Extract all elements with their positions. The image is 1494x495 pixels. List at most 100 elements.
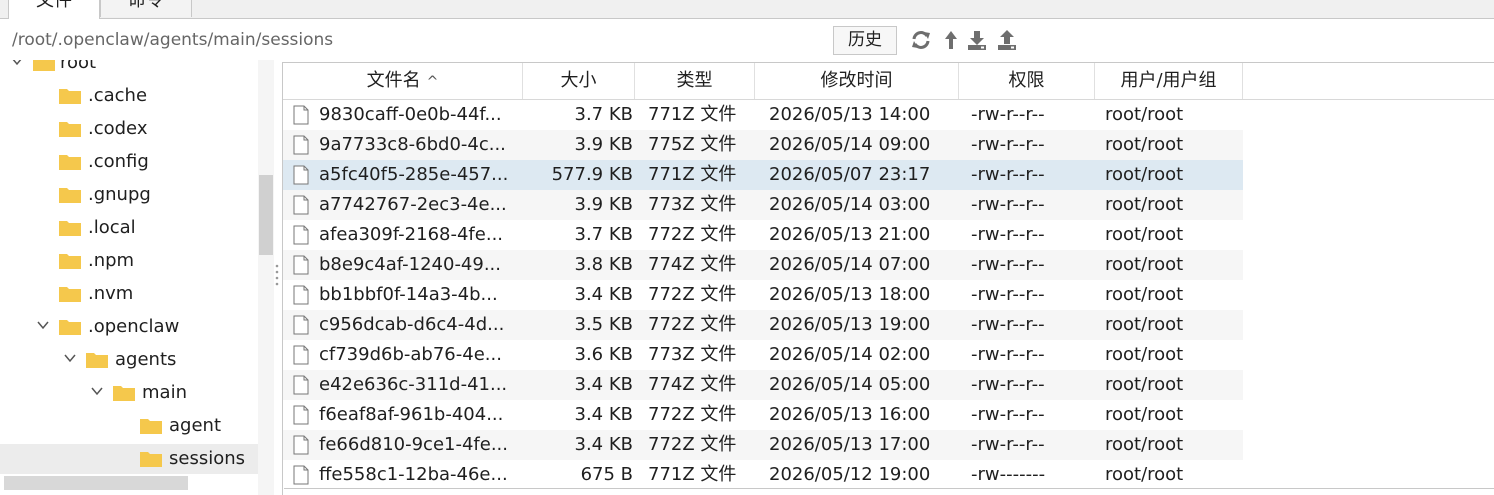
cell-mtime: 2026/05/14 09:00 — [769, 134, 931, 155]
table-row[interactable]: 9830caff-0e0b-44f... 3.7 KB 771Z 文件 2026… — [283, 100, 1243, 130]
cell-mtime: 2026/05/14 03:00 — [769, 194, 931, 215]
cell-type: 772Z 文件 — [648, 404, 737, 425]
up-arrow-icon[interactable] — [940, 29, 962, 51]
file-icon — [293, 285, 309, 305]
cell-mtime: 2026/05/13 18:00 — [769, 284, 931, 305]
tree-item-gnupg[interactable]: .gnupg — [0, 180, 258, 210]
sort-ascending-icon: ^ — [426, 74, 439, 90]
file-list: 文件名 ^ 大小 类型 修改时间 权限 用户/用户组 9830caff-0e0b-… — [282, 62, 1494, 495]
table-row[interactable]: bb1bbf0f-14a3-4b... 3.4 KB 772Z 文件 2026/… — [283, 280, 1243, 310]
sidebar-scrollbar-track[interactable] — [258, 60, 274, 495]
sidebar-scrollbar-thumb[interactable] — [259, 175, 273, 255]
history-button[interactable]: 历史 — [833, 26, 897, 55]
chevron-down-icon[interactable] — [36, 318, 50, 332]
folder-icon — [140, 419, 162, 434]
folder-icon — [59, 254, 81, 269]
cell-size: 577.9 KB — [551, 164, 633, 185]
tree-item-cache[interactable]: .cache — [0, 81, 258, 111]
chevron-down-icon[interactable] — [10, 60, 24, 68]
cell-name: b8e9c4af-1240-49... — [319, 254, 502, 275]
cell-owner: root/root — [1105, 194, 1184, 215]
cell-permission: -rw-r--r-- — [971, 404, 1045, 425]
cell-size: 3.4 KB — [574, 434, 634, 455]
cell-mtime: 2026/05/13 14:00 — [769, 104, 931, 125]
table-row[interactable]: a5fc40f5-285e-457... 577.9 KB 771Z 文件 20… — [283, 160, 1243, 190]
folder-icon — [59, 122, 81, 137]
chevron-down-icon[interactable] — [90, 384, 104, 398]
table-row[interactable]: e42e636c-311d-41... 3.4 KB 774Z 文件 2026/… — [283, 370, 1243, 400]
column-header-type[interactable]: 类型 — [635, 63, 755, 99]
tree-item-local[interactable]: .local — [0, 213, 258, 243]
file-icon — [293, 315, 309, 335]
folder-icon — [59, 287, 81, 302]
download-icon[interactable] — [966, 29, 988, 51]
cell-size: 3.7 KB — [574, 104, 634, 125]
cell-owner: root/root — [1105, 464, 1184, 485]
table-row[interactable]: cf739d6b-ab76-4e... 3.6 KB 773Z 文件 2026/… — [283, 340, 1243, 370]
cell-mtime: 2026/05/13 16:00 — [769, 404, 931, 425]
cell-name: 9830caff-0e0b-44f... — [319, 104, 502, 125]
path-bar: 历史 — [0, 19, 1494, 60]
folder-icon — [59, 188, 81, 203]
tree-item-codex[interactable]: .codex — [0, 114, 258, 144]
column-header-name[interactable]: 文件名 ^ — [283, 63, 523, 99]
tree-item-agent[interactable]: agent — [0, 411, 258, 441]
tree-item-label: main — [142, 382, 187, 403]
cell-permission: -rw-r--r-- — [971, 194, 1045, 215]
refresh-icon[interactable] — [910, 29, 932, 51]
cell-size: 3.9 KB — [574, 194, 634, 215]
column-header-owner[interactable]: 用户/用户组 — [1095, 63, 1243, 99]
folder-icon — [59, 320, 81, 335]
table-row[interactable]: ffe558c1-12ba-46e... 675 B 771Z 文件 2026/… — [283, 460, 1243, 490]
cell-permission: -rw-r--r-- — [971, 164, 1045, 185]
table-row[interactable]: 9a7733c8-6bd0-4c... 3.9 KB 775Z 文件 2026/… — [283, 130, 1243, 160]
tree-item-agents[interactable]: agents — [0, 345, 258, 375]
pane-splitter[interactable] — [275, 262, 279, 292]
column-header-size[interactable]: 大小 — [523, 63, 635, 99]
path-input[interactable] — [6, 27, 826, 53]
cell-type: 774Z 文件 — [648, 254, 737, 275]
cell-type: 772Z 文件 — [648, 314, 737, 335]
tab-files[interactable]: 文件 — [8, 0, 100, 19]
table-row[interactable]: b8e9c4af-1240-49... 3.8 KB 774Z 文件 2026/… — [283, 250, 1243, 280]
table-row[interactable]: f6eaf8af-961b-404... 3.4 KB 772Z 文件 2026… — [283, 400, 1243, 430]
cell-type: 772Z 文件 — [648, 224, 737, 245]
tree-item-label: sessions — [169, 448, 246, 469]
table-row[interactable]: afea309f-2168-4fe... 3.7 KB 772Z 文件 2026… — [283, 220, 1243, 250]
cell-mtime: 2026/05/13 21:00 — [769, 224, 931, 245]
column-header-permission[interactable]: 权限 — [959, 63, 1095, 99]
tree-item-config[interactable]: .config — [0, 147, 258, 177]
cell-owner: root/root — [1105, 134, 1184, 155]
column-header-mtime[interactable]: 修改时间 — [755, 63, 959, 99]
tree-item-sessions[interactable]: sessions — [0, 444, 258, 474]
tree-item-main[interactable]: main — [0, 378, 258, 408]
table-row[interactable]: fe66d810-9ce1-4fe... 3.4 KB 772Z 文件 2026… — [283, 430, 1243, 460]
cell-mtime: 2026/05/13 19:00 — [769, 314, 931, 335]
tab-commands[interactable]: 命令 — [100, 0, 192, 17]
cell-permission: -rw-r--r-- — [971, 344, 1045, 365]
cell-name: e42e636c-311d-41... — [319, 374, 508, 395]
tree-item-root[interactable]: root — [0, 60, 258, 78]
cell-size: 3.5 KB — [574, 314, 634, 335]
cell-name: a5fc40f5-285e-457... — [319, 164, 509, 185]
folder-icon — [113, 386, 135, 401]
cell-mtime: 2026/05/13 17:00 — [769, 434, 931, 455]
upload-icon[interactable] — [996, 29, 1018, 51]
file-manager-window: 文件 命令 历史 root — [0, 0, 1494, 495]
table-row[interactable]: a7742767-2ec3-4e... 3.9 KB 773Z 文件 2026/… — [283, 190, 1243, 220]
tree-item-npm[interactable]: .npm — [0, 246, 258, 276]
tree-item-openclaw[interactable]: .openclaw — [0, 312, 258, 342]
file-icon — [293, 345, 309, 365]
table-row[interactable]: c956dcab-d6c4-4d... 3.5 KB 772Z 文件 2026/… — [283, 310, 1243, 340]
cell-name: fe66d810-9ce1-4fe... — [319, 434, 508, 455]
folder-icon — [59, 155, 81, 170]
sidebar-horizontal-scrollbar[interactable] — [4, 476, 188, 490]
cell-owner: root/root — [1105, 374, 1184, 395]
file-list-header: 文件名 ^ 大小 类型 修改时间 权限 用户/用户组 — [283, 63, 1494, 100]
cell-permission: -rw-r--r-- — [971, 224, 1045, 245]
chevron-down-icon[interactable] — [63, 351, 77, 365]
cell-name: a7742767-2ec3-4e... — [319, 194, 507, 215]
tree-item-nvm[interactable]: .nvm — [0, 279, 258, 309]
file-icon — [293, 135, 309, 155]
tree-item-label: .config — [88, 151, 149, 172]
